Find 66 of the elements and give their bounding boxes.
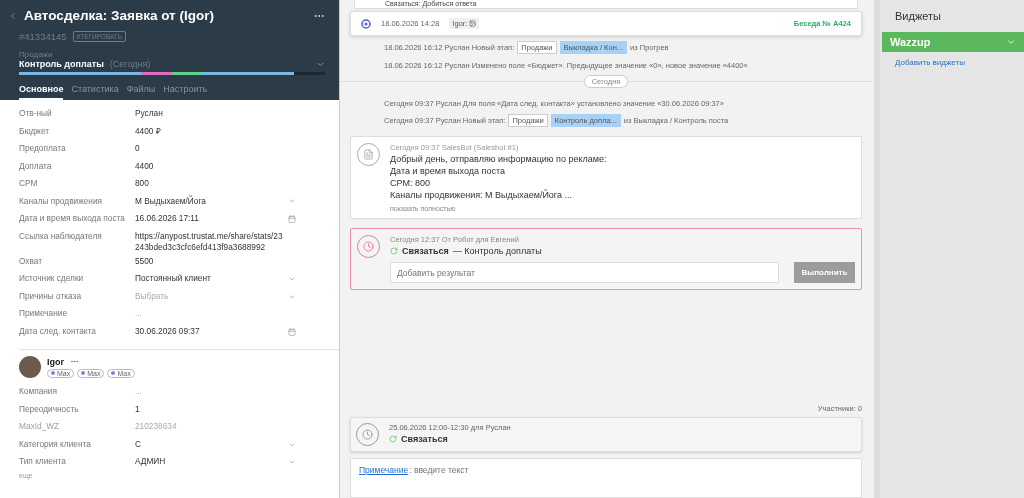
field-label: Ссылка наблюдателя [19, 230, 103, 241]
task-text: — Контроль доплаты [452, 246, 542, 256]
tab[interactable]: Настроить [163, 84, 208, 100]
field-label: Категория клиента [19, 438, 92, 449]
field-value[interactable]: C [135, 438, 285, 451]
stage-name: Контроль доплаты [19, 59, 104, 69]
tab[interactable]: Основное [19, 84, 64, 100]
target-icon [361, 18, 371, 29]
field-label: Каналы продвижения [19, 195, 104, 206]
field-value: 210238634 [135, 421, 178, 433]
task-type: Связаться [402, 246, 449, 256]
calendar-icon[interactable] [288, 327, 296, 336]
widgets-title: Виджеты [894, 10, 942, 22]
field-label: Причины отказа [19, 290, 82, 301]
field-value[interactable]: Руслан [135, 108, 285, 120]
field-value[interactable]: 800 [135, 178, 285, 190]
pipeline-label: Продажи [19, 50, 54, 59]
field-label: Бюджет [19, 125, 50, 136]
task-type: Связаться [401, 434, 448, 444]
message-line: Каналы продвижения: М Выдыхаем/Йога ... [390, 190, 573, 200]
back-icon[interactable] [8, 10, 18, 21]
chevron-down-icon [288, 458, 296, 466]
field-label: Примечание [19, 308, 69, 319]
field-value[interactable]: М Выдыхаем/Йога [135, 195, 285, 208]
field-label: Тип клиента [19, 456, 67, 467]
tab[interactable]: Статистика [71, 84, 119, 100]
result-input[interactable]: Добавить результат [390, 262, 779, 283]
field-label: Доплата [19, 160, 53, 171]
field-value[interactable]: 1 [135, 403, 285, 416]
field-label: Переодичность [19, 403, 80, 414]
field-value[interactable]: 16.06.2026 17:11 [135, 213, 285, 225]
field-label: Охват [19, 255, 44, 266]
note-link[interactable]: Примечание [359, 465, 409, 476]
field-value[interactable]: https://anypost.trustat.me/share/stats/23243bded3c3cfc6efd413f9a3688992 [135, 230, 285, 254]
field-value[interactable]: 5500 [135, 255, 285, 268]
field-label: Отв-ный [19, 108, 53, 118]
refresh-icon [389, 435, 397, 443]
field-label: Компания [19, 386, 58, 397]
field-value[interactable]: 4400 ₽ [135, 125, 285, 138]
field-label: Дата след. контакта [19, 325, 97, 336]
chevron-down-icon [288, 275, 296, 283]
contact-name: Igor [47, 356, 64, 367]
field-label: Дата и время выхода поста [19, 213, 126, 223]
refresh-icon [390, 247, 398, 255]
field-label: CPM [19, 178, 39, 188]
calendar-icon[interactable] [288, 214, 296, 223]
message-line: Дата и время выхода поста [390, 166, 506, 176]
field-label: Источник сделки [19, 273, 85, 284]
add-widgets-link[interactable]: Добавить виджеты [882, 52, 1024, 73]
deal-id: #41334145 [19, 31, 67, 42]
chevron-down-icon [1006, 37, 1016, 47]
field-value[interactable]: 30.06.2026 09:37 [135, 325, 285, 338]
field-value[interactable]: АДМИН [135, 456, 285, 468]
field-value[interactable]: 4400 [135, 160, 285, 173]
field-value[interactable]: 0 [135, 143, 285, 155]
field-value[interactable]: Постоянный клиент [135, 273, 285, 285]
field-label: MaxId_WZ [19, 421, 61, 432]
tab[interactable]: Файлы [126, 84, 156, 100]
note-field[interactable]: Примечание: введите текст [350, 458, 862, 498]
avatar [19, 356, 41, 379]
message-line: CPM: 800 [390, 178, 432, 188]
stage-date: (Сегодня) [109, 59, 151, 69]
message-line: Добрый день, отправляю информацию по рекламе: [390, 154, 608, 164]
field-label: Предоплата [19, 143, 67, 153]
image-icon [469, 20, 477, 27]
deal-title: Автосделка: Заявка от (Igor) [24, 8, 215, 23]
